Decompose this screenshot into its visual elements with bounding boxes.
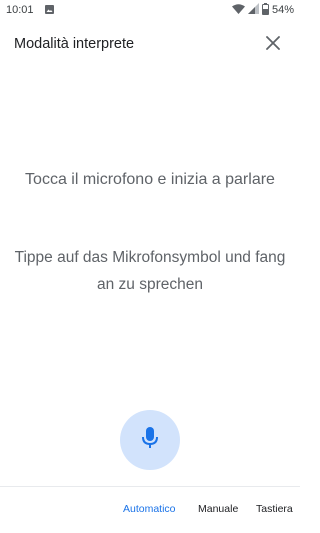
tab-automatic[interactable]: Automatico (123, 503, 176, 515)
microphone-button[interactable] (120, 410, 180, 470)
wifi-icon (231, 3, 245, 17)
mode-tabs: Automatico Manuale Tastiera (0, 499, 300, 523)
battery-icon (261, 2, 269, 18)
prompt-source-language: Tocca il microfono e inizia a parlare (25, 171, 275, 188)
close-button[interactable] (262, 34, 284, 56)
tab-manual[interactable]: Manuale (198, 503, 238, 515)
cell-signal-icon (247, 3, 259, 17)
status-time: 10:01 (6, 4, 34, 16)
image-notification-icon (45, 5, 54, 14)
app-bar: Modalità interprete (0, 30, 300, 60)
status-bar: 10:01 54% (0, 0, 300, 20)
close-icon (266, 35, 280, 55)
microphone-icon (141, 426, 159, 455)
status-indicators: 54% (231, 2, 294, 18)
tab-keyboard[interactable]: Tastiera (256, 503, 293, 515)
page-title: Modalità interprete (14, 36, 135, 52)
bottom-divider (0, 486, 300, 487)
battery-percent: 54% (271, 4, 294, 16)
prompt-target-language: Tippe auf das Mikrofonsymbol und fang an… (14, 249, 286, 293)
